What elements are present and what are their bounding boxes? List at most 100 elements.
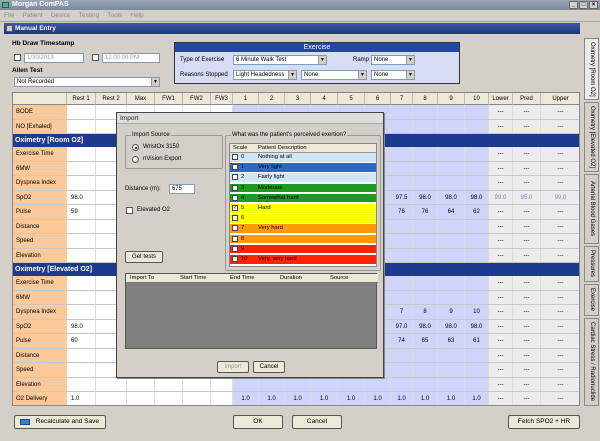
grid-cell[interactable] [96,392,127,405]
grid-cell[interactable]: 1.0 [391,392,413,405]
grid-cell[interactable]: 98.0 [465,190,489,204]
grid-cell[interactable]: --- [513,147,541,161]
grid-cell[interactable]: 63 [438,334,465,348]
column-header[interactable]: 5 [338,93,365,105]
grid-cell[interactable]: --- [513,348,541,362]
col-end-time[interactable]: End Time [230,274,255,283]
scale-row[interactable]: 9 [230,244,376,254]
scale-row[interactable]: 8 [230,234,376,244]
grid-cell[interactable]: --- [489,363,513,377]
grid-cell[interactable]: --- [541,305,579,319]
nvision-radio[interactable] [132,156,139,163]
grid-cell[interactable]: --- [489,305,513,319]
column-header[interactable]: 8 [413,93,438,105]
col-start-time[interactable]: Start Time [180,274,206,283]
grid-cell[interactable]: 97.0 [391,319,413,333]
scale-row[interactable]: 7 Very hard [230,224,376,233]
grid-cell[interactable] [67,119,96,133]
grid-cell[interactable]: 1.0 [67,392,96,405]
grid-cell[interactable]: --- [541,234,579,248]
grid-cell[interactable]: --- [489,276,513,290]
tab-exercise[interactable]: Exercise [584,284,599,316]
grid-cell[interactable]: --- [513,176,541,190]
elevated-o2-checkbox[interactable] [126,207,133,214]
reason-stopped-1-dropdown[interactable]: Light Headedness ▼ [233,70,297,80]
grid-cell[interactable]: --- [541,147,579,161]
grid-cell[interactable] [67,377,96,391]
grid-cell[interactable] [465,161,489,175]
grid-cell[interactable]: --- [541,377,579,391]
grid-cell[interactable]: 1.0 [311,392,338,405]
grid-cell[interactable]: 98.0 [413,319,438,333]
import-button[interactable]: Import [217,361,249,373]
grid-cell[interactable]: 9 [438,305,465,319]
grid-cell[interactable] [465,363,489,377]
grid-cell[interactable] [413,377,438,391]
scale-row[interactable]: 2 Fairly light [230,173,376,182]
scale-row[interactable]: 10 Very, very hard [230,255,376,264]
scale-row[interactable]: 4 Somewhat hard [230,193,376,203]
cancel-button[interactable]: Cancel [292,415,342,429]
grid-cell[interactable]: 59 [67,205,96,219]
grid-cell[interactable] [67,248,96,262]
grid-cell[interactable] [259,377,285,391]
grid-cell[interactable] [67,305,96,319]
grid-cell[interactable]: --- [513,234,541,248]
grid-cell[interactable]: --- [513,305,541,319]
grid-cell[interactable] [365,377,391,391]
grid-cell[interactable] [391,219,413,233]
grid-cell[interactable]: --- [513,363,541,377]
grid-cell[interactable] [465,348,489,362]
grid-cell[interactable]: --- [513,319,541,333]
column-header[interactable]: 1 [233,93,259,105]
grid-cell[interactable] [438,348,465,362]
grid-cell[interactable]: 1.0 [259,392,285,405]
grid-cell[interactable] [413,105,438,119]
grid-cell[interactable] [391,176,413,190]
grid-cell[interactable]: --- [541,219,579,233]
grid-cell[interactable]: 97.5 [391,190,413,204]
col-duration[interactable]: Duration [280,274,302,283]
column-header[interactable]: Rest 1 [67,93,96,105]
grid-cell[interactable]: --- [513,205,541,219]
grid-cell[interactable] [413,176,438,190]
grid-cell[interactable]: --- [489,377,513,391]
grid-cell[interactable] [465,377,489,391]
grid-cell[interactable]: 98.0 [67,190,96,204]
grid-cell[interactable] [465,276,489,290]
grid-cell[interactable] [233,377,259,391]
grid-cell[interactable] [465,176,489,190]
scale-checkbox[interactable] [232,245,238,252]
hb-time-checkbox[interactable] [92,54,99,61]
scale-row[interactable]: 6 [230,214,376,223]
grid-cell[interactable] [438,248,465,262]
grid-cell[interactable] [391,290,413,304]
grid-cell[interactable] [413,276,438,290]
ok-button[interactable]: OK [233,415,283,429]
menu-device[interactable]: Device [47,10,75,21]
grid-cell[interactable]: --- [541,176,579,190]
grid-cell[interactable] [391,119,413,133]
grid-cell[interactable] [67,363,96,377]
grid-cell[interactable]: --- [489,319,513,333]
scale-checkbox[interactable]: ✓ [232,205,238,211]
grid-cell[interactable] [391,147,413,161]
grid-cell[interactable] [465,290,489,304]
menu-patient[interactable]: Patient [18,10,46,21]
column-header[interactable]: 3 [285,93,311,105]
grid-cell[interactable] [391,161,413,175]
grid-cell[interactable]: 1.0 [233,392,259,405]
grid-cell[interactable] [391,363,413,377]
grid-cell[interactable]: --- [541,248,579,262]
menu-file[interactable]: File [0,10,18,21]
grid-cell[interactable]: --- [513,105,541,119]
grid-cell[interactable]: 62 [465,205,489,219]
grid-cell[interactable] [67,161,96,175]
scale-checkbox[interactable] [232,164,238,171]
column-header[interactable]: Pred [513,93,541,105]
grid-cell[interactable]: 1.0 [285,392,311,405]
column-header[interactable]: 6 [365,93,391,105]
scale-row[interactable]: ✓ 5 Hard [230,204,376,213]
grid-cell[interactable]: 1.0 [365,392,391,405]
grid-cell[interactable]: 98.0 [438,190,465,204]
